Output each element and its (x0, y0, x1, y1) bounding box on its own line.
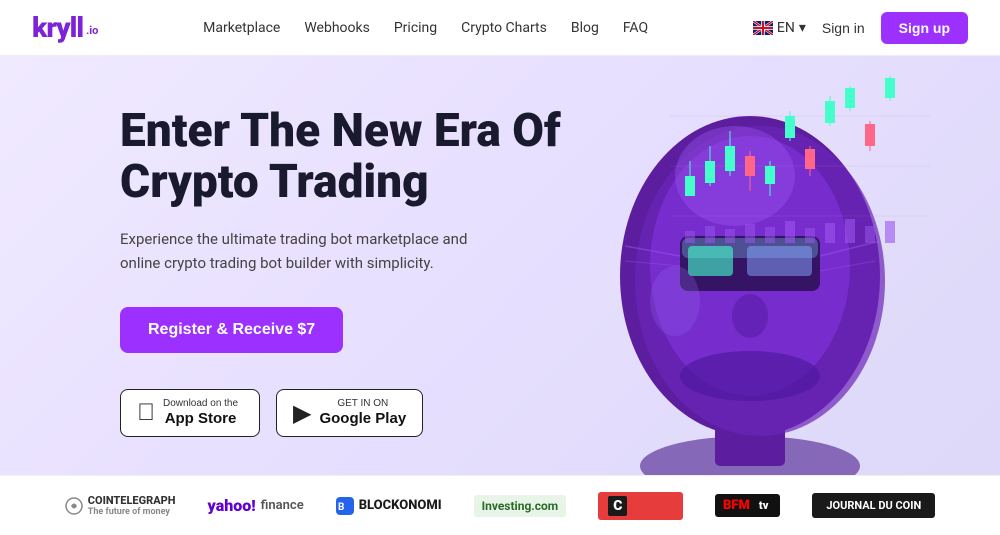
cointelegraph-icon (65, 497, 83, 515)
chevron-down-icon: ▾ (799, 20, 806, 36)
googleplay-label-small: GET IN ON (319, 398, 406, 410)
press-investing: Investing.com (474, 495, 567, 517)
hero-section: Enter The New Era Of Crypto Trading Expe… (0, 56, 1000, 535)
googleplay-label-big: Google Play (319, 410, 406, 428)
press-blockonomi: B BLOCKONOMI (336, 497, 442, 515)
appstore-text: Download on the App Store (163, 398, 238, 428)
nav-crypto-charts[interactable]: Crypto Charts (461, 20, 547, 36)
blockonomi-icon: B (336, 497, 354, 515)
nav-blog[interactable]: Blog (571, 20, 599, 36)
play-icon: ▶ (293, 399, 311, 428)
signin-button[interactable]: Sign in (822, 20, 865, 36)
logo[interactable]: kryll .io (32, 11, 98, 44)
flag-icon (753, 21, 773, 35)
appstore-label-big: App Store (163, 410, 238, 428)
nav-actions: EN ▾ Sign in Sign up (753, 12, 968, 44)
store-buttons:  Download on the App Store ▶ GET IN ON … (120, 389, 600, 437)
svg-text:B: B (338, 502, 344, 513)
hero-title: Enter The New Era Of Crypto Trading (120, 106, 600, 207)
nav-links: Marketplace Webhooks Pricing Crypto Char… (203, 20, 648, 36)
logo-text: kryll (32, 11, 83, 44)
hero-content: Enter The New Era Of Crypto Trading Expe… (120, 96, 600, 437)
press-journal: JOURNAL DU COIN (812, 493, 935, 518)
press-cnews: C NEWS (598, 492, 683, 520)
language-selector[interactable]: EN ▾ (753, 20, 806, 36)
chart-decoration (670, 66, 930, 266)
press-section: COINTELEGRAPH The future of money yahoo!… (0, 475, 1000, 535)
hero-subtitle: Experience the ultimate trading bot mark… (120, 227, 470, 275)
register-button[interactable]: Register & Receive $7 (120, 307, 343, 353)
apple-icon:  (137, 399, 155, 427)
googleplay-text: GET IN ON Google Play (319, 398, 406, 428)
logo-suffix: .io (86, 24, 98, 37)
lang-label: EN (777, 20, 795, 36)
press-yahoo: yahoo! finance (208, 496, 304, 515)
signup-button[interactable]: Sign up (881, 12, 968, 44)
press-cointelegraph: COINTELEGRAPH The future of money (65, 494, 176, 517)
googleplay-button[interactable]: ▶ GET IN ON Google Play (276, 389, 423, 437)
appstore-label-small: Download on the (163, 398, 238, 410)
press-bfmtv: BFM tv (715, 494, 780, 517)
appstore-button[interactable]:  Download on the App Store (120, 389, 260, 437)
nav-marketplace[interactable]: Marketplace (203, 20, 280, 36)
nav-pricing[interactable]: Pricing (394, 20, 437, 36)
nav-faq[interactable]: FAQ (623, 20, 648, 36)
navbar: kryll .io Marketplace Webhooks Pricing C… (0, 0, 1000, 56)
nav-webhooks[interactable]: Webhooks (304, 20, 370, 36)
